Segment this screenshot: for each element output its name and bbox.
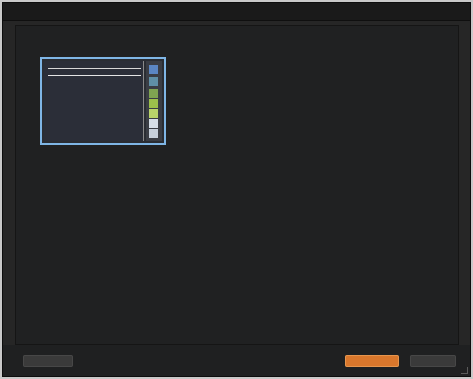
preview-divider-line bbox=[48, 68, 141, 69]
left-action-button[interactable] bbox=[23, 355, 73, 367]
confirm-button[interactable] bbox=[345, 355, 399, 367]
resize-grip-icon[interactable] bbox=[461, 367, 468, 374]
preview-divider-line bbox=[48, 75, 141, 76]
content-area bbox=[15, 25, 459, 345]
thumbnail-canvas-preview bbox=[44, 61, 144, 141]
dialog-footer bbox=[3, 345, 470, 376]
preview-swatch bbox=[149, 119, 158, 128]
thumbnail-side-panel bbox=[146, 61, 162, 141]
title-bar[interactable] bbox=[3, 3, 470, 21]
preview-swatch bbox=[149, 77, 158, 86]
preview-swatch bbox=[149, 99, 158, 108]
preview-swatch bbox=[149, 129, 158, 138]
dialog-window bbox=[2, 2, 471, 377]
preview-swatch bbox=[149, 109, 158, 118]
layout-thumbnail[interactable] bbox=[40, 57, 166, 145]
preview-swatch bbox=[149, 65, 158, 74]
preview-swatch bbox=[149, 89, 158, 98]
cancel-button[interactable] bbox=[410, 355, 456, 367]
